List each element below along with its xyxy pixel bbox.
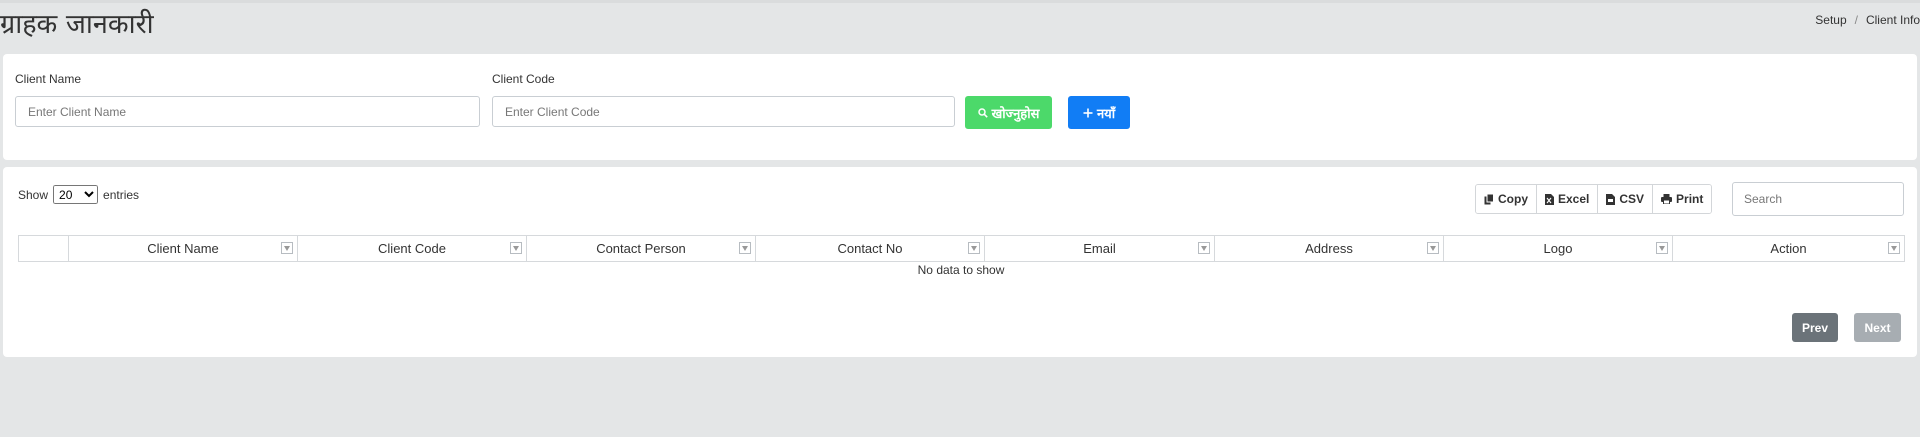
empty-table-message: No data to show [917,263,1005,277]
search-button[interactable]: खोज्नुहोस [965,96,1052,129]
copy-label: Copy [1498,192,1528,206]
page-title: ग्राहक जानकारी [0,9,154,40]
filter-icon[interactable] [281,242,293,254]
filter-icon[interactable] [510,242,522,254]
filter-icon[interactable] [1198,242,1210,254]
prev-page-button[interactable]: Prev [1792,313,1838,342]
export-buttons: Copy Excel CSV Print [1475,184,1713,214]
column-header-label: Client Code [378,241,446,256]
column-header-label: Email [1083,241,1116,256]
csv-file-icon [1606,193,1616,205]
csv-label: CSV [1619,192,1645,206]
plus-icon [1083,108,1093,118]
breadcrumb-client-info: Client Info [1865,13,1920,27]
new-client-button[interactable]: नयाँ [1068,96,1130,129]
filter-icon[interactable] [968,242,980,254]
show-label: Show [18,187,49,202]
column-header-client-code[interactable]: Client Code [297,235,527,262]
excel-file-icon [1545,193,1554,205]
filter-icon[interactable] [1656,242,1668,254]
column-header-action[interactable]: Action [1672,235,1905,262]
page-size-select[interactable]: 102050100 [53,185,99,204]
client-table: Client Name Client Code Contact Person C… [18,235,1905,262]
column-header-label: Contact Person [596,241,686,256]
print-label: Print [1676,192,1704,206]
table-search-input[interactable] [1732,182,1904,216]
show-entries: Show 102050100 entries [18,185,139,204]
column-header-client-name[interactable]: Client Name [68,235,298,262]
column-header-label: Address [1305,241,1353,256]
column-header-address[interactable]: Address [1214,235,1444,262]
copy-button[interactable]: Copy [1476,185,1537,213]
breadcrumb-setup[interactable]: Setup [1815,13,1846,27]
breadcrumb: Setup / Client Info [1815,13,1920,27]
csv-button[interactable]: CSV [1598,185,1654,213]
client-name-label: Client Name [15,72,82,86]
client-code-label: Client Code [492,72,555,86]
printer-icon [1661,194,1673,204]
column-header-contact-person[interactable]: Contact Person [526,235,756,262]
filter-icon[interactable] [1888,242,1900,254]
copy-icon [1484,193,1494,205]
column-header-label: Client Name [147,241,219,256]
new-button-label: नयाँ [1096,105,1116,121]
entries-label: entries [103,187,140,202]
client-table-card: Show 102050100 entries Copy Excel CSV Pr… [3,167,1917,357]
filter-icon[interactable] [739,242,751,254]
column-header-label: Contact No [837,241,903,256]
table-header-row: Client Name Client Code Contact Person C… [18,235,1905,262]
client-name-input[interactable] [15,96,480,127]
client-code-input[interactable] [492,96,955,127]
column-header-email[interactable]: Email [984,235,1215,262]
column-header-row-number [18,235,69,262]
excel-button[interactable]: Excel [1537,185,1599,213]
magnifier-icon [977,107,988,118]
top-border [0,0,1920,3]
print-button[interactable]: Print [1653,185,1712,213]
excel-label: Excel [1558,192,1590,206]
breadcrumb-separator: / [1854,13,1858,27]
column-header-contact-no[interactable]: Contact No [755,235,985,262]
column-header-label: Action [1770,241,1807,256]
filter-card: Client Name Client Code खोज्नुहोस नयाँ [3,54,1917,160]
search-button-label: खोज्नुहोस [991,105,1040,121]
column-header-logo[interactable]: Logo [1443,235,1673,262]
next-page-button[interactable]: Next [1854,313,1901,342]
filter-icon[interactable] [1427,242,1439,254]
column-header-label: Logo [1543,241,1573,256]
